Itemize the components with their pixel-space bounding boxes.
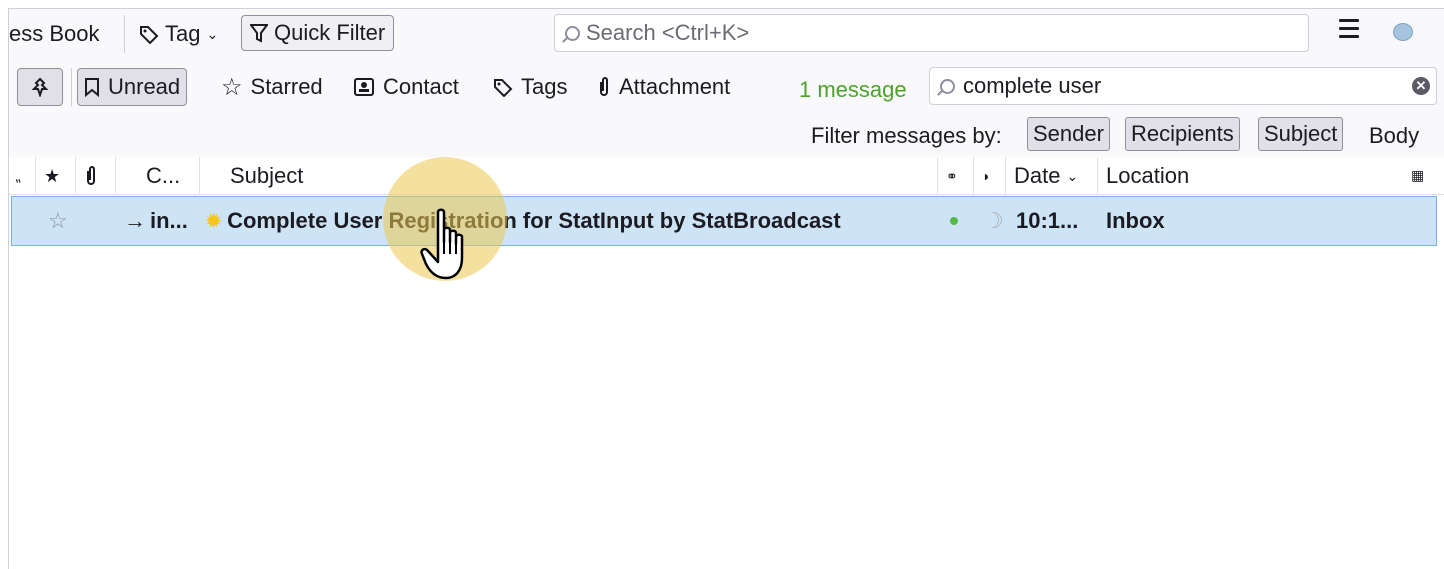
contact-label: Contact (383, 74, 459, 99)
attachment-column-header[interactable] (75, 157, 115, 195)
filter-sender-toggle[interactable]: Sender (1027, 117, 1110, 151)
global-search-input[interactable]: Search <Ctrl+K> (554, 14, 1309, 52)
filter-body-toggle[interactable]: Body (1369, 123, 1419, 149)
date-text: 10:1... (1016, 208, 1079, 233)
thread-icon: ⹂ (15, 167, 21, 184)
location-text: Inbox (1106, 208, 1165, 233)
chevron-down-icon: ⌄ (206, 25, 219, 42)
quick-filter-search-input[interactable]: complete user ✕ (929, 67, 1437, 105)
attachment-filter-button[interactable]: Attachment (591, 68, 736, 106)
thread-column-header[interactable]: ⹂ (9, 157, 35, 195)
message-count: 1 message (799, 77, 907, 102)
pin-icon (31, 77, 49, 97)
filter-recipients-toggle[interactable]: Recipients (1125, 117, 1240, 151)
toolbar-separator (124, 15, 125, 53)
tag-icon (140, 26, 159, 44)
sticky-filter-button[interactable] (17, 68, 63, 106)
star-filled-icon: ★ (44, 165, 61, 186)
clear-search-icon[interactable]: ✕ (1412, 77, 1430, 95)
toolbar: ess Book Tag ⌄ Quick Filter Search <Ctrl… (9, 9, 1444, 59)
correspondent-text: in... (150, 208, 188, 233)
junk-icon: ☽ (984, 208, 1004, 233)
search-icon (565, 25, 580, 41)
date-header-label: Date (1014, 163, 1061, 188)
message-list-header: ⹂ ★ C... Subject ⚭ ◗ Date ⌄ Location ▦ (9, 157, 1444, 195)
tag-icon (494, 79, 513, 97)
junk-status[interactable]: ☽ (984, 197, 1004, 245)
subject-cell: ✹ Complete User Registration for StatInp… (206, 197, 841, 245)
contact-filter-button[interactable]: Contact (347, 68, 465, 106)
filter-separator (71, 68, 72, 106)
address-book-button[interactable]: ess Book (9, 21, 100, 47)
new-message-icon: ✹ (206, 210, 222, 231)
quick-filter-button[interactable]: Quick Filter (241, 15, 395, 51)
correspondent-column-header[interactable]: C... (115, 157, 199, 195)
date-cell: 10:1... (1016, 197, 1078, 245)
starred-label: Starred (250, 74, 323, 99)
unread-column-header[interactable]: ⚭ (937, 157, 973, 195)
bookmark-icon (85, 78, 99, 97)
star-icon: ☆ (221, 73, 243, 101)
date-column-header[interactable]: Date ⌄ (1005, 157, 1097, 195)
correspondent-cell: → in... (124, 197, 188, 245)
quick-filter-search-value: complete user (963, 73, 1102, 98)
quick-filter-label: Quick Filter (274, 20, 386, 45)
contact-icon (354, 78, 374, 96)
column-picker-icon[interactable]: ▦ (1411, 167, 1424, 184)
star-outline-icon: ☆ (48, 208, 68, 233)
unread-filter-button[interactable]: Unread (77, 68, 188, 106)
tag-button[interactable]: Tag ⌄ (139, 21, 218, 47)
account-status-icon[interactable] (1393, 23, 1413, 41)
star-toggle[interactable]: ☆ (48, 197, 68, 245)
search-placeholder: Search <Ctrl+K> (586, 20, 750, 45)
attachment-label: Attachment (619, 74, 731, 99)
app-menu-icon[interactable] (1339, 19, 1359, 41)
junk-column-header[interactable]: ◗ (973, 157, 1005, 195)
correspondent-header-label: C... (146, 163, 181, 188)
starred-column-header[interactable]: ★ (35, 157, 75, 195)
read-status-icon: ⚭ (946, 167, 958, 184)
location-cell: Inbox (1106, 197, 1165, 245)
unread-dot-icon (950, 217, 958, 225)
filter-by-label: Filter messages by: (811, 123, 1002, 148)
subject-column-header[interactable]: Subject (199, 157, 937, 195)
starred-filter-button[interactable]: ☆ Starred (215, 68, 329, 106)
table-row[interactable]: ☆ → in... ✹ Complete User Registration f… (11, 196, 1437, 246)
search-icon (940, 78, 955, 94)
filter-icon (250, 24, 268, 43)
message-list: ⹂ ★ C... Subject ⚭ ◗ Date ⌄ Location ▦ ☆ … (9, 157, 1444, 569)
unread-label: Unread (108, 74, 181, 99)
tags-label: Tags (521, 74, 568, 99)
tags-filter-button[interactable]: Tags (487, 68, 573, 106)
outgoing-arrow-icon: → (124, 208, 146, 233)
flame-icon: ◗ (982, 168, 991, 184)
hand-pointer-icon (420, 208, 464, 280)
subject-header-label: Subject (230, 163, 304, 188)
location-header-label: Location (1106, 163, 1190, 188)
filter-subject-toggle[interactable]: Subject (1258, 117, 1344, 151)
location-column-header[interactable]: Location (1097, 157, 1444, 195)
mail-window: ess Book Tag ⌄ Quick Filter Search <Ctrl… (8, 8, 1444, 569)
tag-button-label: Tag (165, 21, 201, 46)
unread-indicator[interactable] (950, 197, 958, 245)
paperclip-icon (600, 77, 608, 96)
subject-text: Complete User Registration for StatInput… (227, 208, 841, 233)
paperclip-icon (87, 166, 95, 185)
quick-filter-bar: Unread ☆ Starred Contact Tags Attachment… (9, 59, 1444, 157)
chevron-down-icon: ⌄ (1066, 167, 1079, 184)
